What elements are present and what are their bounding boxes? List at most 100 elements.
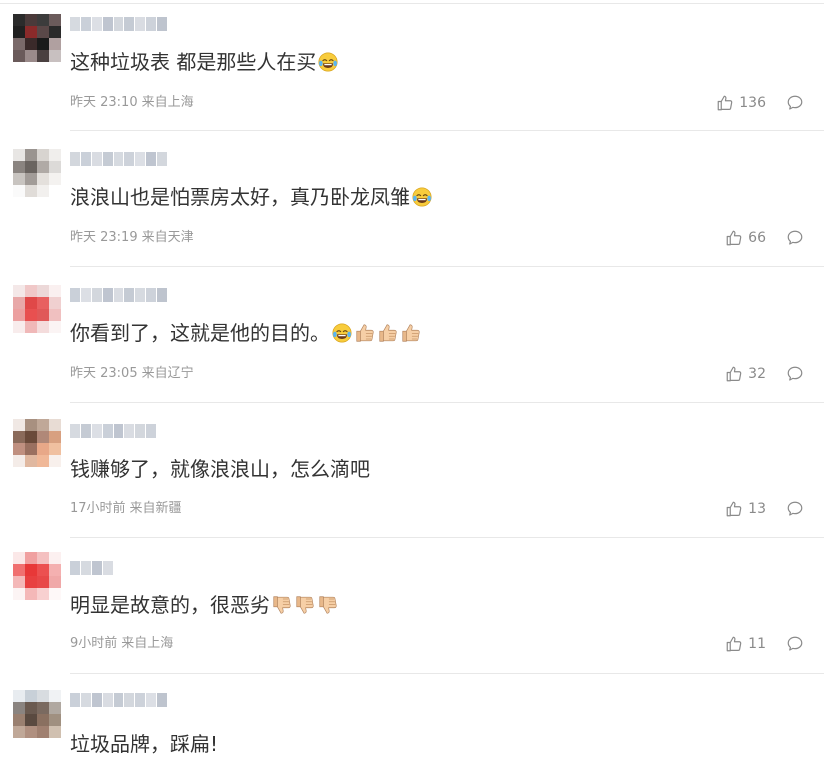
avatar-pixel — [49, 419, 61, 431]
reply-button[interactable] — [786, 94, 804, 112]
comment-text: 你看到了，这就是他的目的。 — [70, 319, 422, 347]
avatar-pixel — [25, 726, 37, 738]
emoji-group — [270, 593, 339, 617]
reply-button[interactable] — [786, 365, 804, 383]
avatar[interactable] — [13, 285, 61, 333]
username-pixel — [113, 152, 124, 166]
comment-meta: 9小时前 来自上海 — [70, 635, 173, 653]
username[interactable] — [70, 423, 168, 439]
avatar-pixel — [25, 173, 37, 185]
like-button[interactable]: 66 — [725, 229, 766, 247]
username[interactable] — [70, 692, 168, 708]
username[interactable] — [70, 287, 168, 303]
avatar-pixel — [25, 690, 37, 702]
avatar-pixel — [25, 309, 37, 321]
like-button[interactable]: 11 — [725, 635, 766, 653]
username-pixel — [91, 152, 102, 166]
comment-bubble-icon — [787, 636, 803, 651]
avatar-pixel — [37, 161, 49, 173]
avatar-pixel — [49, 26, 61, 38]
avatar[interactable] — [13, 690, 61, 738]
avatar-pixel — [25, 321, 37, 333]
username[interactable] — [70, 151, 168, 167]
avatar-pixel — [13, 443, 25, 455]
thumbs-up-emoji-icon — [354, 322, 376, 344]
avatar-pixel — [37, 588, 49, 600]
avatar-pixel — [37, 26, 49, 38]
reply-button[interactable] — [786, 229, 804, 247]
avatar-pixel — [49, 714, 61, 726]
username-pixel — [70, 17, 80, 31]
avatar-pixel — [37, 321, 49, 333]
username-pixel — [157, 561, 168, 575]
comment-actions: 32 — [725, 364, 804, 384]
avatar-pixel — [37, 285, 49, 297]
comment-location: 来自上海 — [121, 636, 174, 651]
comment-divider — [70, 130, 824, 131]
username-pixel — [91, 288, 102, 302]
avatar-pixel — [13, 297, 25, 309]
username-pixel — [91, 17, 102, 31]
reply-button[interactable] — [786, 500, 804, 518]
avatar-pixel — [49, 173, 61, 185]
avatar-pixel — [37, 297, 49, 309]
like-count: 66 — [748, 230, 766, 246]
avatar-pixel — [13, 185, 25, 197]
avatar-pixel — [49, 38, 61, 50]
comment-location: 来自天津 — [141, 230, 194, 245]
username[interactable] — [70, 16, 168, 32]
avatar[interactable] — [13, 149, 61, 197]
reply-button[interactable] — [786, 635, 804, 653]
avatar-pixel — [37, 38, 49, 50]
avatar-pixel — [25, 552, 37, 564]
comment-bubble-icon — [787, 95, 803, 110]
username-pixel — [70, 424, 80, 438]
username-pixel — [80, 424, 91, 438]
username-pixel — [157, 152, 168, 166]
avatar-pixel — [13, 50, 25, 62]
avatar-pixel — [37, 443, 49, 455]
username-pixel — [124, 561, 135, 575]
username-pixel — [124, 288, 135, 302]
avatar-pixel — [13, 26, 25, 38]
avatar[interactable] — [13, 552, 61, 600]
comment-bubble-icon — [787, 366, 803, 381]
username-pixel — [113, 561, 124, 575]
username-pixel — [135, 152, 146, 166]
avatar-pixel — [13, 285, 25, 297]
like-button[interactable]: 136 — [716, 94, 766, 112]
avatar-pixel — [25, 431, 37, 443]
comment-bubble-icon — [787, 501, 803, 516]
username-pixel — [80, 152, 91, 166]
comment-meta: 17小时前 来自新疆 — [70, 500, 182, 518]
comment-divider — [70, 673, 824, 674]
laugh-cry-emoji-icon — [317, 51, 339, 73]
username-pixel — [124, 693, 135, 707]
comment-time: 昨天 23:10 — [70, 95, 138, 110]
thumbs-up-icon — [726, 636, 742, 652]
emoji-group — [410, 185, 433, 209]
avatar-pixel — [13, 726, 25, 738]
thumbs-up-icon — [717, 95, 733, 111]
avatar-pixel — [13, 588, 25, 600]
like-button[interactable]: 13 — [725, 500, 766, 518]
username-pixel — [80, 288, 91, 302]
username-pixel — [157, 288, 168, 302]
avatar-pixel — [25, 443, 37, 455]
avatar[interactable] — [13, 419, 61, 467]
avatar-pixel — [37, 455, 49, 467]
avatar-pixel — [25, 38, 37, 50]
comment-feed: 这种垃圾表 都是那些人在买 昨天 23:10 来自上海 136 浪浪山也是怕票房太… — [0, 0, 824, 761]
avatar-pixel — [37, 690, 49, 702]
top-divider — [0, 3, 824, 4]
avatar-pixel — [13, 161, 25, 173]
avatar-pixel — [37, 552, 49, 564]
comment-actions: 13 — [725, 499, 804, 519]
comment-text-content: 你看到了，这就是他的目的。 — [70, 321, 330, 345]
username-pixel — [146, 17, 157, 31]
avatar-pixel — [49, 161, 61, 173]
avatar[interactable] — [13, 14, 61, 62]
username[interactable] — [70, 560, 168, 576]
username-pixel — [113, 693, 124, 707]
like-button[interactable]: 32 — [725, 365, 766, 383]
